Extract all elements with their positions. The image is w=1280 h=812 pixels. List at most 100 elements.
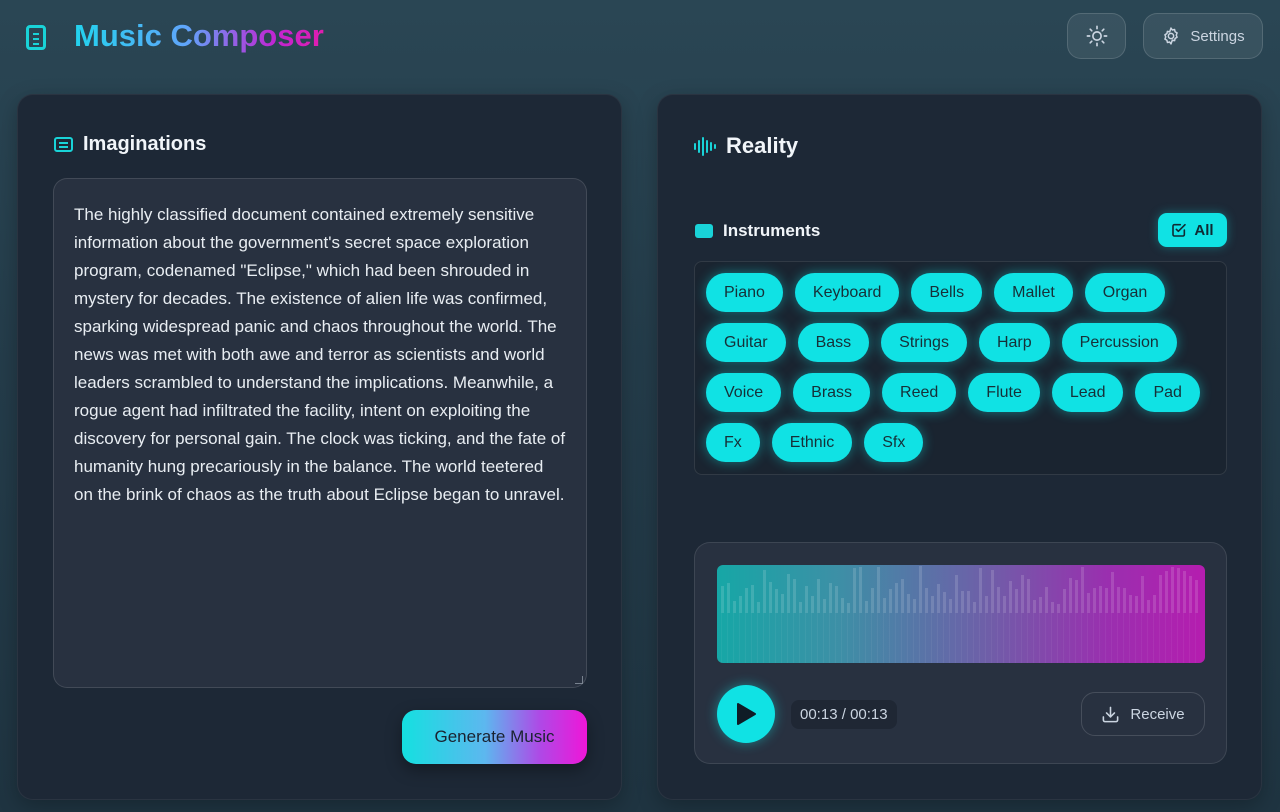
waveform-line bbox=[1009, 613, 1010, 663]
waveform-line bbox=[787, 613, 788, 663]
square-icon bbox=[695, 224, 713, 238]
waveform-bar bbox=[1093, 588, 1096, 613]
waveform-line bbox=[1057, 613, 1058, 663]
instrument-chip-voice[interactable]: Voice bbox=[706, 373, 782, 412]
instrument-chip-ethnic[interactable]: Ethnic bbox=[771, 423, 853, 462]
generate-music-button[interactable]: Generate Music bbox=[402, 710, 587, 764]
instrument-chip-percussion[interactable]: Percussion bbox=[1061, 323, 1177, 362]
resize-handle-icon[interactable] bbox=[575, 676, 583, 684]
instrument-list: Piano Keyboard Bells Mallet Organ Guitar Bass S… bbox=[694, 261, 1227, 475]
waveform-bar bbox=[901, 579, 904, 613]
instruments-header: Instruments bbox=[695, 221, 820, 241]
waveform-line bbox=[1111, 613, 1112, 663]
instrument-chip-flute[interactable]: Flute bbox=[968, 373, 1040, 412]
instrument-chip-guitar[interactable]: Guitar bbox=[706, 323, 786, 362]
waveform-bar bbox=[919, 566, 922, 613]
textbox-icon bbox=[54, 137, 73, 152]
instrument-chip-keyboard[interactable]: Keyboard bbox=[794, 273, 900, 312]
waveform-bar bbox=[1039, 597, 1042, 613]
waveform-line bbox=[823, 613, 824, 663]
download-icon bbox=[1102, 706, 1119, 722]
waveform-bar bbox=[1195, 580, 1198, 613]
waveform-bars bbox=[721, 566, 1198, 663]
waveform-bar bbox=[1045, 587, 1048, 613]
waveform-line bbox=[1183, 613, 1184, 663]
waveform-bar bbox=[1171, 567, 1174, 613]
waveform-line bbox=[1093, 613, 1094, 663]
receive-button[interactable]: Receive bbox=[1081, 692, 1205, 736]
waveform-line bbox=[1141, 613, 1142, 663]
instrument-chip-bells[interactable]: Bells bbox=[911, 273, 983, 312]
waveform[interactable] bbox=[717, 565, 1205, 663]
waveform-bar bbox=[865, 601, 868, 613]
waveform-bar bbox=[907, 594, 910, 613]
waveform-line bbox=[931, 613, 932, 663]
play-button[interactable] bbox=[717, 685, 775, 743]
instrument-chip-mallet[interactable]: Mallet bbox=[994, 273, 1073, 312]
waveform-line bbox=[883, 613, 884, 663]
waveform-line bbox=[775, 613, 776, 663]
waveform-line bbox=[901, 613, 902, 663]
imaginations-panel: Imaginations The highly classified docum… bbox=[17, 94, 622, 800]
waveform-line bbox=[895, 613, 896, 663]
waveform-bar bbox=[967, 591, 970, 613]
waveform-line bbox=[1165, 613, 1166, 663]
instrument-chip-sfx[interactable]: Sfx bbox=[864, 423, 924, 462]
waveform-bar bbox=[793, 579, 796, 613]
waveform-bar bbox=[985, 596, 988, 613]
instrument-chip-lead[interactable]: Lead bbox=[1051, 373, 1124, 412]
waveform-bar bbox=[835, 586, 838, 613]
imaginations-textarea[interactable]: The highly classified document contained… bbox=[53, 178, 587, 688]
waveform-bar bbox=[733, 601, 736, 613]
waveform-line bbox=[799, 613, 800, 663]
waveform-bar bbox=[943, 592, 946, 613]
settings-button[interactable]: Settings bbox=[1143, 13, 1263, 59]
waveform-line bbox=[1069, 613, 1070, 663]
select-all-label: All bbox=[1194, 221, 1214, 239]
instrument-chip-reed[interactable]: Reed bbox=[882, 373, 957, 412]
waveform-line bbox=[745, 613, 746, 663]
waveform-bar bbox=[1057, 604, 1060, 613]
waveform-bar bbox=[1183, 571, 1186, 613]
waveform-bar bbox=[1165, 571, 1168, 613]
waveform-bar bbox=[823, 599, 826, 613]
instrument-chip-bass[interactable]: Bass bbox=[797, 323, 870, 362]
waveform-bar bbox=[787, 574, 790, 613]
waveform-line bbox=[835, 613, 836, 663]
waveform-line bbox=[829, 613, 830, 663]
theme-toggle-button[interactable] bbox=[1067, 13, 1126, 59]
waveform-line bbox=[907, 613, 908, 663]
waveform-bar bbox=[925, 588, 928, 613]
waveform-line bbox=[955, 613, 956, 663]
instrument-chip-organ[interactable]: Organ bbox=[1084, 273, 1166, 312]
waveform-line bbox=[961, 613, 962, 663]
waveform-line bbox=[979, 613, 980, 663]
total-time: 00:13 bbox=[850, 706, 888, 723]
instrument-chip-fx[interactable]: Fx bbox=[706, 423, 760, 462]
waveform-line bbox=[1123, 613, 1124, 663]
waveform-line bbox=[1147, 613, 1148, 663]
instrument-chip-strings[interactable]: Strings bbox=[881, 323, 967, 362]
instrument-chip-piano[interactable]: Piano bbox=[706, 273, 783, 312]
instrument-chip-harp[interactable]: Harp bbox=[978, 323, 1050, 362]
waveform-bar bbox=[883, 598, 886, 613]
waveform-line bbox=[865, 613, 866, 663]
waveform-bar bbox=[1153, 595, 1156, 613]
instrument-chip-brass[interactable]: Brass bbox=[793, 373, 871, 412]
select-all-button[interactable]: All bbox=[1158, 213, 1227, 247]
audio-wave-icon bbox=[694, 136, 716, 156]
waveform-line bbox=[919, 613, 920, 663]
waveform-line bbox=[1045, 613, 1046, 663]
waveform-bar bbox=[1105, 588, 1108, 613]
instrument-chip-pad[interactable]: Pad bbox=[1135, 373, 1200, 412]
waveform-bar bbox=[955, 575, 958, 613]
waveform-bar bbox=[961, 591, 964, 613]
waveform-line bbox=[811, 613, 812, 663]
waveform-bar bbox=[1027, 579, 1030, 613]
waveform-line bbox=[1099, 613, 1100, 663]
waveform-line bbox=[1039, 613, 1040, 663]
waveform-line bbox=[991, 613, 992, 663]
waveform-line bbox=[925, 613, 926, 663]
waveform-line bbox=[937, 613, 938, 663]
receive-label: Receive bbox=[1130, 705, 1185, 723]
